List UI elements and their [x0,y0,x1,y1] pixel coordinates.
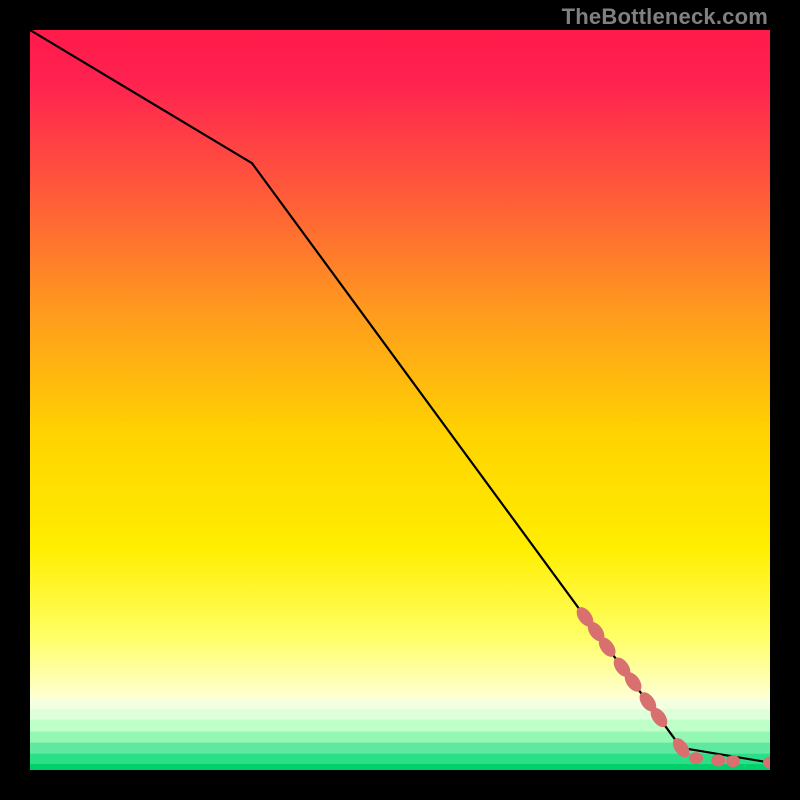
attribution-text: TheBottleneck.com [562,4,768,30]
plot-area [30,30,770,770]
chart-canvas [30,30,770,770]
outer-frame: TheBottleneck.com [0,0,800,800]
